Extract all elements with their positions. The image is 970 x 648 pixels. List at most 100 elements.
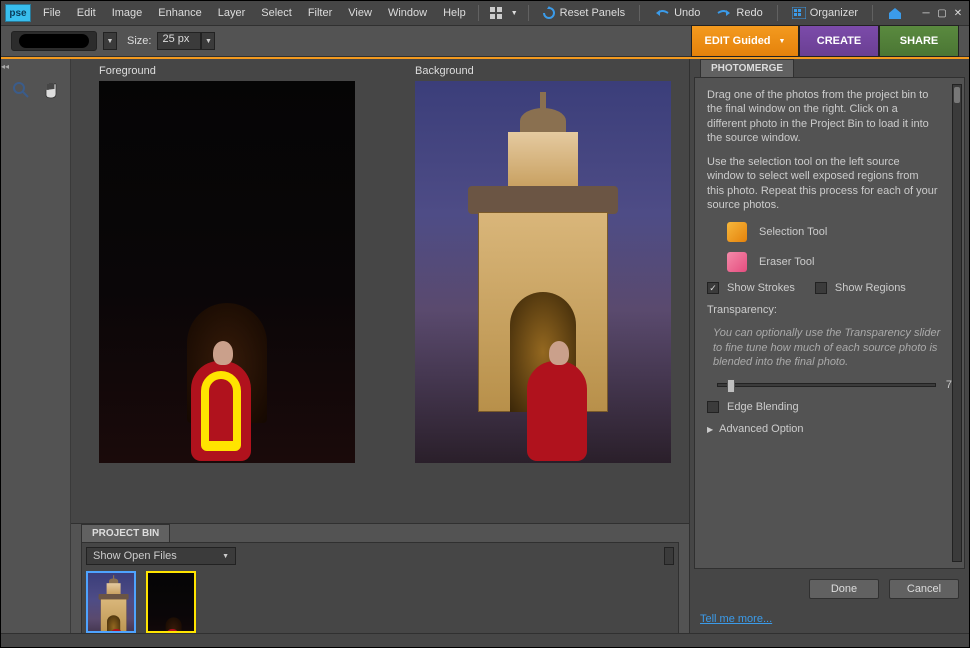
triangle-right-icon: ▶ bbox=[707, 425, 713, 434]
bin-filter-label: Show Open Files bbox=[93, 550, 177, 562]
refresh-icon bbox=[542, 6, 556, 20]
edit-tab-label: EDIT Guided bbox=[705, 35, 771, 47]
menu-select[interactable]: Select bbox=[253, 7, 300, 19]
project-bin: PROJECT BIN Show Open Files ▼ bbox=[71, 523, 689, 633]
menubar: pse File Edit Image Enhance Layer Select… bbox=[1, 1, 969, 25]
zoom-tool[interactable] bbox=[10, 79, 32, 101]
pencil-icon bbox=[727, 222, 747, 242]
photomerge-tab[interactable]: PHOTOMERGE bbox=[700, 59, 794, 77]
menu-file[interactable]: File bbox=[35, 7, 69, 19]
redo-button[interactable]: Redo bbox=[710, 5, 768, 21]
home-button[interactable] bbox=[881, 4, 909, 22]
chevron-down-icon: ▼ bbox=[511, 10, 518, 17]
show-strokes-label: Show Strokes bbox=[727, 282, 795, 294]
cancel-button[interactable]: Cancel bbox=[889, 579, 959, 599]
selection-stroke bbox=[201, 371, 241, 451]
bin-thumb-2[interactable] bbox=[146, 571, 196, 633]
tell-me-more-link[interactable]: Tell me more... bbox=[690, 609, 969, 633]
separator bbox=[478, 5, 479, 21]
app-window: pse File Edit Image Enhance Layer Select… bbox=[0, 0, 970, 648]
transparency-slider[interactable] bbox=[717, 383, 936, 387]
redo-label: Redo bbox=[736, 7, 762, 19]
options-bar: ▼ Size: 25 px ▼ EDIT Guided▼ CREATE SHAR… bbox=[1, 25, 969, 57]
organizer-icon bbox=[792, 7, 806, 19]
foreground-column: Foreground bbox=[99, 65, 355, 519]
hand-tool[interactable] bbox=[40, 79, 62, 101]
panel-buttons: Done Cancel bbox=[690, 569, 969, 609]
transparency-label: Transparency: bbox=[707, 304, 952, 316]
status-bar bbox=[1, 633, 969, 647]
eraser-icon bbox=[727, 252, 747, 272]
brush-preset-preview[interactable] bbox=[11, 31, 97, 51]
show-regions-label: Show Regions bbox=[835, 282, 906, 294]
main-area: ◂◂ Foreground bbox=[1, 59, 969, 633]
magnifier-icon bbox=[12, 81, 30, 99]
panel-intro-1: Drag one of the photos from the project … bbox=[707, 88, 952, 145]
separator bbox=[639, 5, 640, 21]
menu-edit[interactable]: Edit bbox=[69, 7, 104, 19]
selection-tool-row[interactable]: Selection Tool bbox=[707, 222, 952, 242]
show-strokes-checkbox[interactable]: ✓Show Strokes bbox=[707, 282, 795, 294]
close-button[interactable]: ✕ bbox=[951, 6, 965, 20]
size-label: Size: bbox=[127, 35, 151, 47]
brush-stroke-preview bbox=[19, 34, 89, 48]
minimize-button[interactable]: ─ bbox=[919, 6, 933, 20]
arrange-documents-button[interactable]: ▼ bbox=[483, 4, 524, 22]
slider-thumb[interactable] bbox=[727, 379, 735, 393]
menu-image[interactable]: Image bbox=[104, 7, 151, 19]
transparency-hint: You can optionally use the Transparency … bbox=[707, 326, 952, 369]
foreground-image[interactable] bbox=[99, 81, 355, 463]
size-control: 25 px ▼ bbox=[157, 32, 215, 50]
background-image[interactable] bbox=[415, 81, 671, 463]
organizer-button[interactable]: Organizer bbox=[786, 5, 864, 21]
panel-tab-row: PHOTOMERGE bbox=[690, 59, 969, 77]
project-bin-body: Show Open Files ▼ bbox=[81, 542, 679, 638]
bin-thumbnails bbox=[86, 571, 674, 633]
menu-layer[interactable]: Layer bbox=[210, 7, 254, 19]
app-logo: pse bbox=[5, 4, 31, 22]
palette-collapse[interactable]: ◂◂ bbox=[1, 61, 9, 71]
menu-window[interactable]: Window bbox=[380, 7, 435, 19]
grid-icon bbox=[489, 6, 505, 20]
undo-button[interactable]: Undo bbox=[648, 5, 706, 21]
project-bin-tab[interactable]: PROJECT BIN bbox=[81, 524, 170, 542]
size-input[interactable]: 25 px bbox=[157, 32, 201, 50]
size-dropdown[interactable]: ▼ bbox=[201, 32, 215, 50]
brush-preset-dropdown[interactable]: ▼ bbox=[103, 32, 117, 50]
edge-blending-label: Edge Blending bbox=[727, 401, 799, 413]
eraser-tool-label: Eraser Tool bbox=[759, 256, 814, 268]
maximize-button[interactable]: ▢ bbox=[935, 6, 949, 20]
share-tab[interactable]: SHARE bbox=[879, 25, 959, 57]
menu-view[interactable]: View bbox=[340, 7, 380, 19]
selection-tool-label: Selection Tool bbox=[759, 226, 827, 238]
background-column: Background bbox=[415, 65, 671, 519]
advanced-label: Advanced Option bbox=[719, 423, 803, 435]
edge-blending-checkbox[interactable]: Edge Blending bbox=[707, 401, 952, 413]
separator bbox=[777, 5, 778, 21]
home-icon bbox=[887, 6, 903, 20]
bin-filter-dropdown[interactable]: Show Open Files ▼ bbox=[86, 547, 236, 565]
menu-enhance[interactable]: Enhance bbox=[150, 7, 209, 19]
create-tab[interactable]: CREATE bbox=[799, 25, 879, 57]
organizer-label: Organizer bbox=[810, 7, 858, 19]
panel-intro-2: Use the selection tool on the left sourc… bbox=[707, 155, 952, 212]
transparency-slider-row: 7 bbox=[707, 379, 952, 391]
foreground-label: Foreground bbox=[99, 65, 355, 77]
edit-tab[interactable]: EDIT Guided▼ bbox=[691, 25, 799, 57]
chevron-down-icon: ▼ bbox=[222, 553, 229, 560]
menu-filter[interactable]: Filter bbox=[300, 7, 340, 19]
done-button[interactable]: Done bbox=[809, 579, 879, 599]
bin-thumb-1[interactable] bbox=[86, 571, 136, 633]
separator bbox=[872, 5, 873, 21]
background-label: Background bbox=[415, 65, 671, 77]
bin-scrollbar[interactable] bbox=[664, 547, 674, 565]
undo-icon bbox=[654, 7, 670, 19]
advanced-option-toggle[interactable]: ▶ Advanced Option bbox=[707, 423, 952, 435]
menu-help[interactable]: Help bbox=[435, 7, 474, 19]
redo-icon bbox=[716, 7, 732, 19]
eraser-tool-row[interactable]: Eraser Tool bbox=[707, 252, 952, 272]
reset-panels-button[interactable]: Reset Panels bbox=[536, 4, 631, 22]
panel-scrollbar[interactable] bbox=[952, 84, 962, 562]
menubar-right: Reset Panels Undo Redo Organizer ─ bbox=[536, 4, 969, 22]
show-regions-checkbox[interactable]: Show Regions bbox=[815, 282, 906, 294]
